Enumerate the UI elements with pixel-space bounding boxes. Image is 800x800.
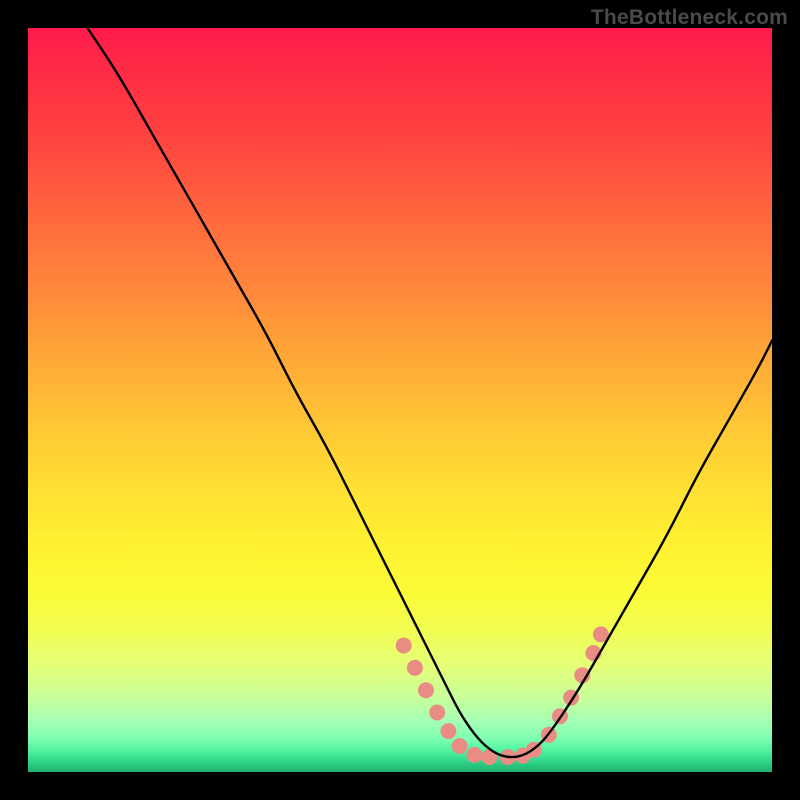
highlight-dot (440, 723, 456, 739)
watermark-text: TheBottleneck.com (591, 6, 788, 30)
highlight-dot (418, 682, 434, 698)
bottleneck-curve (88, 28, 773, 757)
plot-area (28, 28, 772, 772)
highlight-dot (407, 660, 423, 676)
chart-frame: TheBottleneck.com (0, 0, 800, 800)
highlight-dot (429, 705, 445, 721)
chart-svg (28, 28, 772, 772)
highlight-dot (396, 638, 412, 654)
highlight-dot (466, 747, 482, 763)
highlight-dot (452, 738, 468, 754)
